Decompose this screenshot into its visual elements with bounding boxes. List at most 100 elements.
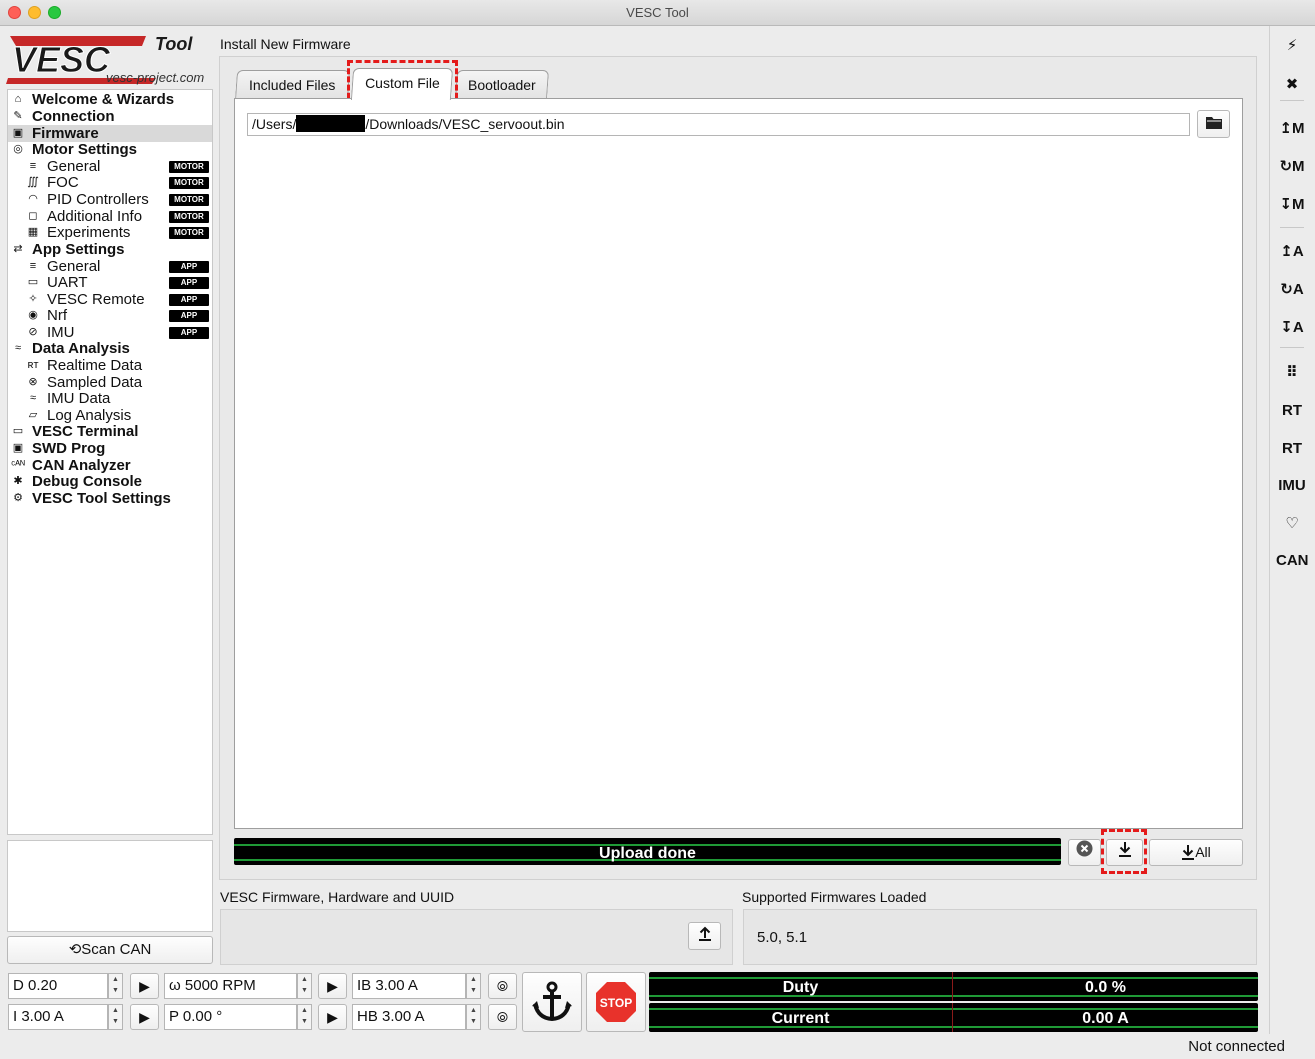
set-position-button[interactable]: ▶ [318,1004,347,1030]
set-handbrake-button[interactable]: ⦾ [488,1004,517,1030]
category-badge: APP [169,294,209,306]
rt-data-button[interactable]: RT [1276,395,1308,427]
sidebar-item-experiments[interactable]: ▦ Experiments MOTOR [8,224,212,241]
browse-file-button[interactable] [1197,110,1230,138]
category-badge: MOTOR [169,177,209,189]
sidebar-item-label: Realtime Data [47,357,143,374]
sidebar-item-realtime-data[interactable]: ʀᴛ Realtime Data [8,357,212,374]
sidebar-item-debug-console[interactable]: ✱ Debug Console [8,473,212,490]
sidebar-item-app-settings[interactable]: ⇄ App Settings [8,241,212,258]
read-motor-config-button[interactable]: ↥M [1276,113,1308,145]
cancel-upload-button[interactable] [1068,839,1101,866]
sidebar-item-vesc-remote[interactable]: ✧ VESC Remote APP [8,291,212,308]
sidebar-item-general[interactable]: ≡ General MOTOR [8,158,212,175]
current-stepper[interactable]: ▲ ▼ [108,1004,123,1030]
sidebar-item-swd-prog[interactable]: ▣ SWD Prog [8,440,212,457]
sidebar-item-connection[interactable]: ✎ Connection [8,108,212,125]
sidebar-item-label: FOC [47,174,79,191]
rpm-stepper[interactable]: ▲ ▼ [297,973,312,999]
maximize-window-button[interactable] [48,6,61,19]
duty-stepper[interactable]: ▲ ▼ [108,973,123,999]
close-window-button[interactable] [8,6,21,19]
sidebar-item-data-analysis[interactable]: ≈ Data Analysis [8,340,212,357]
sidebar-item-firmware[interactable]: ▣ Firmware [8,125,212,142]
current-input[interactable]: I 3.00 A [8,1004,108,1030]
position-input[interactable]: P 0.00 ° [164,1004,297,1030]
set-rpm-button[interactable]: ▶ [318,973,347,999]
current-gauge: Current 0.00 A [649,1003,1258,1032]
can-scan-button[interactable]: CAN [1276,545,1309,577]
gauge-icon: ◠ [28,193,38,205]
sidebar-item-pid-controllers[interactable]: ◠ PID Controllers MOTOR [8,191,212,208]
sidebar-item-uart[interactable]: ▭ UART APP [8,274,212,291]
brake-icon: ⦾ [496,978,509,994]
rt-app-button[interactable]: RT [1276,433,1308,465]
sidebar-item-welcome-wizards[interactable]: ⌂ Welcome & Wizards [8,91,212,108]
sidebar-item-nrf[interactable]: ◉ Nrf APP [8,307,212,324]
duty-input[interactable]: D 0.20 [8,973,108,999]
read-default-motor-config-icon: ↻M [1279,158,1305,175]
rpm-input[interactable]: ω 5000 RPM [164,973,297,999]
heart-button[interactable]: ♡ [1276,508,1308,540]
folder-icon [1205,117,1222,129]
set-duty-button[interactable]: ▶ [130,973,159,999]
sidebar-item-imu-data[interactable]: ≈ IMU Data [8,390,212,407]
logo-site: vesc-project.com [106,70,204,85]
brake-stepper[interactable]: ▲ ▼ [466,973,481,999]
connect-button[interactable]: ⚡ [1276,30,1308,62]
sidebar-item-label: UART [47,274,88,291]
sidebar-item-log-analysis[interactable]: ▱ Log Analysis [8,407,212,424]
read-default-motor-config-button[interactable]: ↻M [1276,151,1308,183]
position-stepper[interactable]: ▲ ▼ [297,1004,312,1030]
write-motor-config-button[interactable]: ↧M [1276,189,1308,221]
tab-bootloader[interactable]: Bootloader [454,70,550,100]
handbrake-input[interactable]: HB 3.00 A [352,1004,466,1030]
can-scan-icon: CAN [1276,552,1309,569]
sidebar-item-vesc-terminal[interactable]: ▭ VESC Terminal [8,423,212,440]
connection-status: Not connected [1188,1038,1285,1055]
tab-included-files[interactable]: Included Files [234,70,351,100]
set-current-button[interactable]: ▶ [130,1004,159,1030]
can-fwd-button[interactable]: ⠿ [1276,357,1308,389]
map-icon: ▱ [28,409,38,421]
download-arrow-icon [1182,845,1195,860]
handbrake-stepper[interactable]: ▲ ▼ [466,1004,481,1030]
brake-current-input[interactable]: IB 3.00 A [352,973,466,999]
sidebar-item-imu[interactable]: ⊘ IMU APP [8,324,212,341]
sidebar-item-motor-settings[interactable]: ◎ Motor Settings [8,141,212,158]
toolbar-separator [1280,227,1304,228]
logo-brand: VESC [12,39,111,80]
read-default-app-config-button[interactable]: ↻A [1276,274,1308,306]
page-title: Install New Firmware [220,36,351,52]
sidebar-item-label: CAN Analyzer [32,457,131,474]
sidebar-item-can-analyzer[interactable]: ᶜᴬᴺ CAN Analyzer [8,457,212,474]
can-fwd-icon: ⠿ [1286,364,1298,381]
write-motor-config-icon: ↧M [1279,196,1305,213]
upload-all-button[interactable]: All [1149,839,1243,866]
firmware-path-field[interactable]: /Users//Downloads/VESC_servoout.bin [247,113,1190,136]
anchor-button[interactable] [522,972,582,1032]
sidebar-item-general[interactable]: ≡ General APP [8,258,212,275]
disconnect-button[interactable]: ✖ [1276,69,1308,101]
minimize-window-button[interactable] [28,6,41,19]
read-fw-version-button[interactable] [688,922,721,950]
sidebar-item-additional-info[interactable]: ◻ Additional Info MOTOR [8,208,212,225]
sidebar-item-foc[interactable]: ∭ FOC MOTOR [8,174,212,191]
play-icon: ▶ [327,1009,338,1025]
imu-stream-button[interactable]: IMU [1276,470,1308,502]
sidebar-item-sampled-data[interactable]: ⊗ Sampled Data [8,374,212,391]
category-badge: APP [169,310,209,322]
supported-firmwares-label: Supported Firmwares Loaded [742,889,927,905]
tab-custom-file[interactable]: Custom File [350,68,454,100]
scan-can-button[interactable]: ⟲Scan CAN [7,936,213,964]
read-app-config-button[interactable]: ↥A [1276,236,1308,268]
stop-button[interactable]: STOP [586,972,646,1032]
set-brake-button[interactable]: ⦾ [488,973,517,999]
calculator-icon: ▦ [27,226,39,238]
imu-data-icon: ≈ [29,392,37,404]
sidebar-item-vesc-tool-settings[interactable]: ⚙ VESC Tool Settings [8,490,212,507]
annotation-highlight-upload [1101,829,1147,874]
write-app-config-icon: ↧A [1280,319,1304,336]
write-app-config-button[interactable]: ↧A [1276,312,1308,344]
sidebar-item-label: VESC Remote [47,291,145,308]
